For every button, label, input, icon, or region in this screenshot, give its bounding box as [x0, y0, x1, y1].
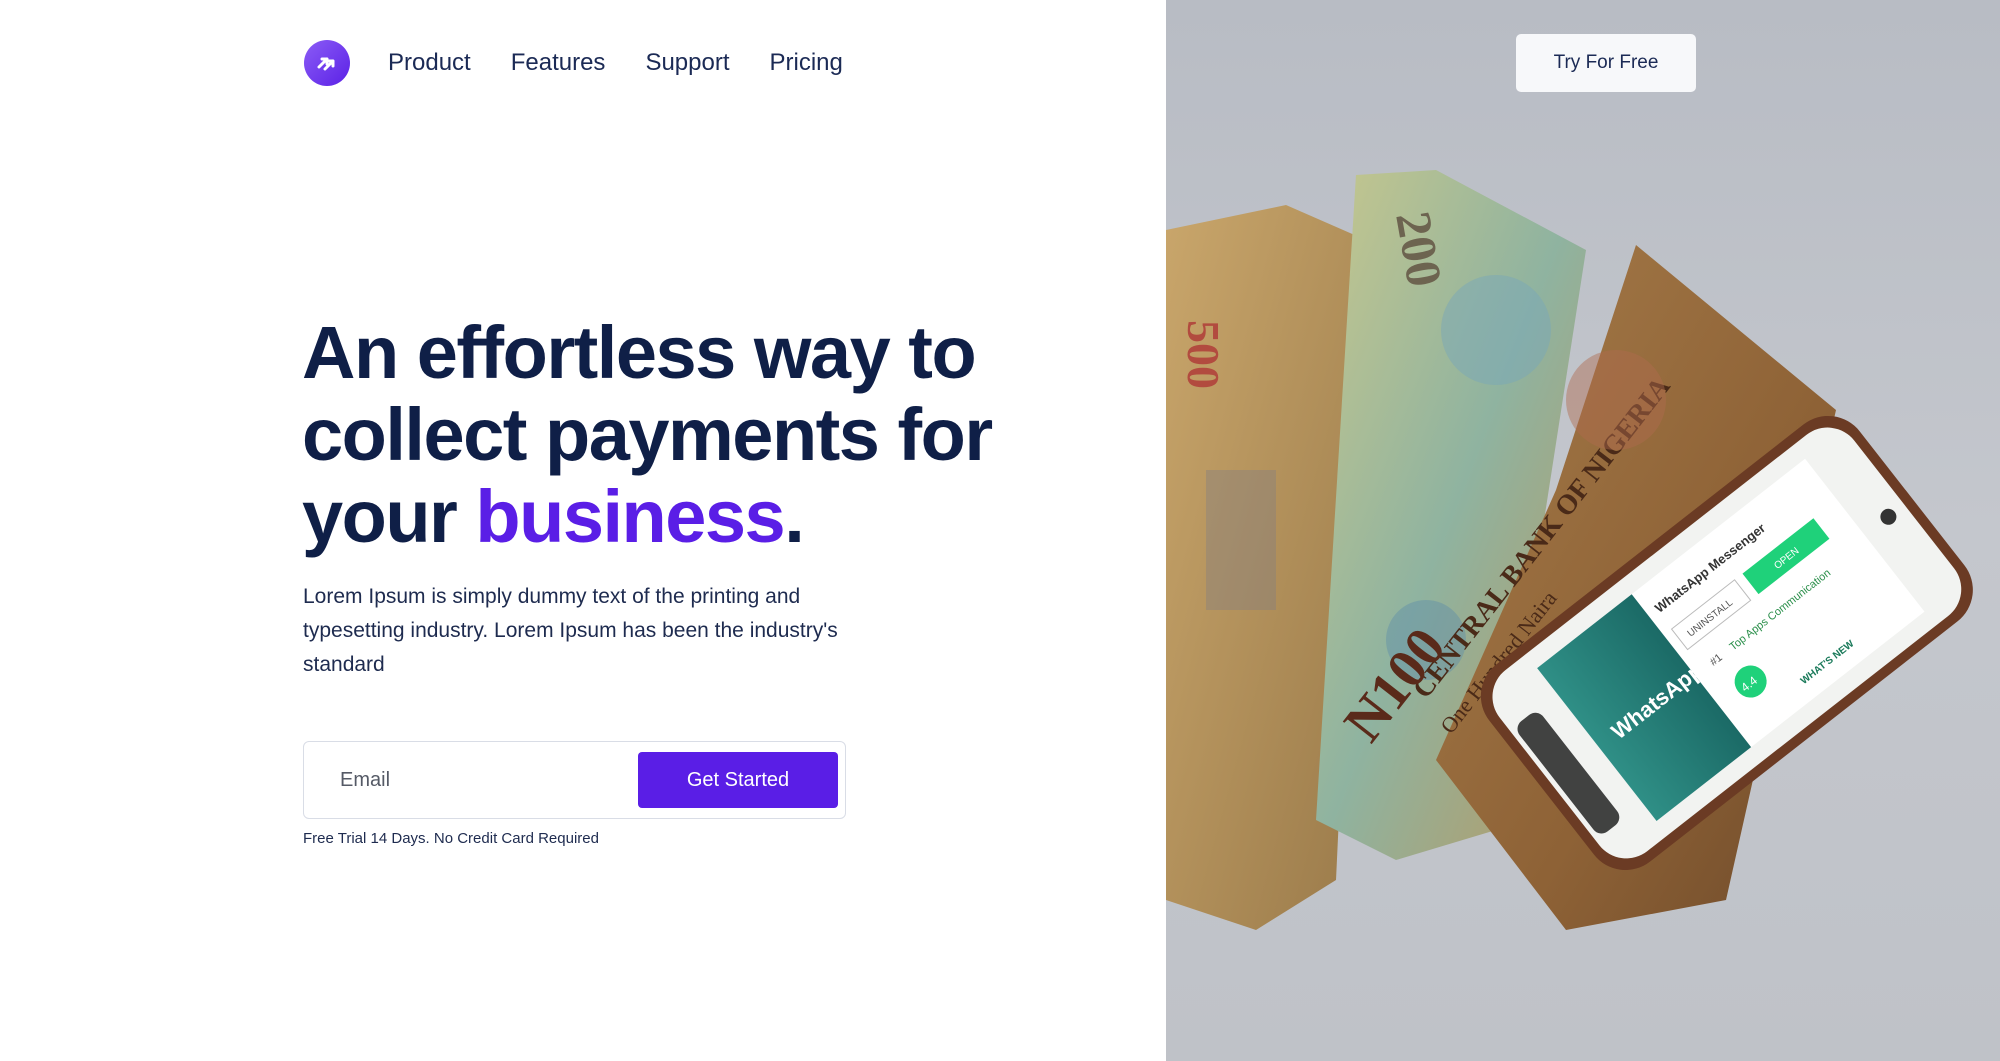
hero-subtext: Lorem Ipsum is simply dummy text of the …	[303, 585, 838, 676]
double-arrow-icon	[317, 57, 335, 71]
nav-pricing[interactable]: Pricing	[770, 49, 843, 77]
headline-line-2: collect payments for	[302, 393, 993, 476]
note-500-label: 500	[1178, 320, 1229, 389]
logo[interactable]	[304, 40, 350, 86]
email-field[interactable]	[324, 756, 604, 804]
headline-line-3: your	[302, 475, 476, 558]
signup-form: Get Started	[303, 741, 846, 819]
get-started-button[interactable]: Get Started	[638, 752, 838, 808]
money-and-phone-photo: 500 200 CENTRAL BANK OF NIGERIA One Hund…	[1166, 170, 1973, 930]
trial-note: Free Trial 14 Days. No Credit Card Requi…	[303, 830, 599, 847]
nav-support[interactable]: Support	[645, 49, 729, 77]
hero-headline: An effortless way to collect payments fo…	[302, 312, 1082, 558]
hero-photo: 500 200 CENTRAL BANK OF NIGERIA One Hund…	[1166, 0, 2000, 1061]
hero-panel: Product Features Support Pricing An effo…	[0, 0, 1166, 1061]
try-for-free-button[interactable]: Try For Free	[1516, 34, 1696, 92]
main-nav: Product Features Support Pricing	[304, 40, 883, 86]
headline-period: .	[784, 475, 805, 558]
headline-line-1: An effortless way to	[302, 311, 977, 394]
headline-accent: business	[475, 475, 785, 558]
nav-product[interactable]: Product	[388, 49, 471, 77]
nav-features[interactable]: Features	[511, 49, 606, 77]
